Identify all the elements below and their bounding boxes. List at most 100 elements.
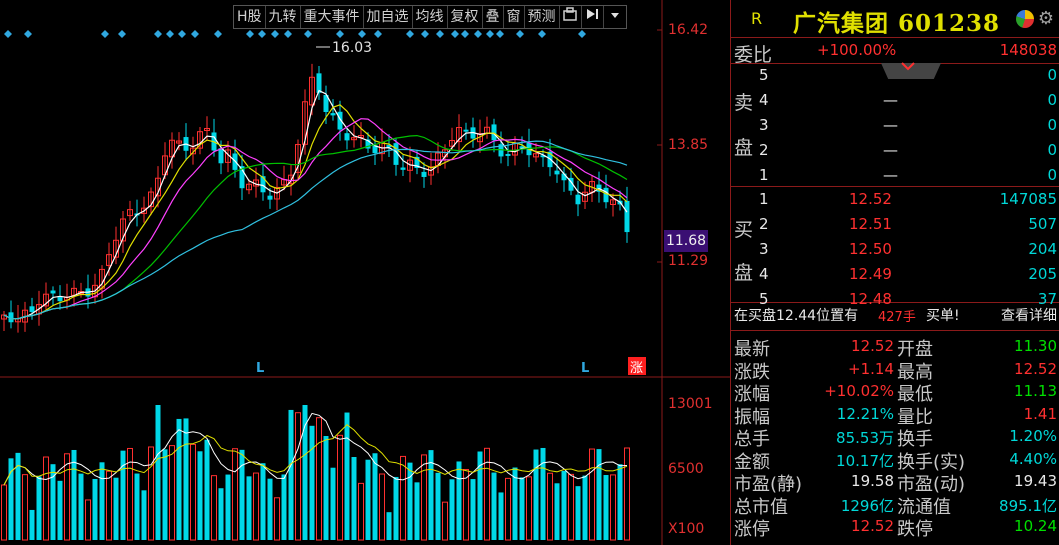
volume-bar	[603, 475, 609, 540]
candle-body	[330, 113, 336, 116]
candle-body	[554, 170, 560, 175]
candle-body	[575, 194, 581, 205]
chevron-down-icon[interactable]	[901, 60, 915, 76]
buy-volume: 205	[1028, 265, 1057, 283]
buy-level: 3	[759, 240, 769, 258]
volume-bar	[414, 482, 420, 540]
volume-axis-unit: X100	[668, 521, 705, 537]
sell-level: 1	[759, 166, 769, 184]
event-diamond-icon	[486, 30, 494, 38]
event-diamond-icon	[166, 30, 174, 38]
volume-axis-tick: 6500	[668, 461, 704, 477]
high-annotation-label: 16.03	[332, 40, 372, 56]
kline-chart-panel[interactable]: 16.03 L L 涨 H股 九转 重大事件 加自选 均线 复权 叠 窗 预测 16.…	[0, 0, 730, 545]
volume-bar	[358, 482, 364, 541]
pie-chart-icon[interactable]	[1015, 10, 1034, 28]
kline-chart[interactable]: 16.03 L L 涨	[0, 0, 730, 545]
volume-bar	[232, 448, 238, 541]
toolbar-overlay-button[interactable]: 叠	[483, 6, 504, 28]
volume-bar	[316, 417, 322, 541]
price-axis-tick: 11.29	[668, 253, 709, 269]
toolbar-nine-turn-button[interactable]: 九转	[266, 6, 301, 28]
big-order-notice: 在买盘12.44位置有	[734, 308, 859, 324]
stat-value: 1.20%	[1009, 427, 1057, 445]
volume-bar	[288, 409, 294, 540]
volume-bar	[85, 499, 91, 541]
sell-volume: 0	[1047, 166, 1057, 184]
volume-bar	[400, 455, 406, 541]
volume-bar	[218, 488, 224, 540]
volume-bar	[190, 443, 196, 541]
volume-bar	[295, 412, 301, 541]
event-diamond-icon	[421, 30, 429, 38]
toolbar-adjust-button[interactable]: 复权	[448, 6, 483, 28]
volume-bar	[239, 449, 245, 540]
volume-bar	[106, 470, 112, 541]
gear-icon[interactable]: ⚙	[1038, 10, 1054, 28]
volume-bar	[323, 436, 329, 540]
event-diamond-icon	[178, 30, 186, 38]
next-arrow-icon[interactable]	[582, 6, 604, 28]
sell-volume: 0	[1047, 91, 1057, 109]
big-order-action: 买单!	[926, 308, 960, 324]
volume-bar	[134, 473, 140, 540]
event-diamond-icon	[154, 30, 162, 38]
volume-bar	[330, 467, 336, 540]
limit-up-text: 涨	[630, 361, 643, 376]
current-price-marker: 11.68	[664, 230, 708, 252]
toolbar-window-button[interactable]: 窗	[504, 6, 525, 28]
sell-level: 4	[759, 91, 769, 109]
volume-bar	[267, 478, 273, 540]
volume-bar	[589, 448, 595, 541]
toolbar-forecast-button[interactable]: 预测	[525, 6, 560, 28]
event-diamond-icon	[24, 30, 32, 38]
event-diamond-icon	[358, 30, 366, 38]
candle-body	[421, 171, 427, 177]
stat-value: 85.53万	[836, 429, 894, 447]
buy-volume: 37	[1037, 290, 1057, 308]
toolbar-h-share-button[interactable]: H股	[234, 6, 266, 28]
stat-value: 19.43	[1014, 472, 1057, 490]
volume-bar	[92, 478, 98, 540]
volume-bar	[78, 473, 84, 540]
volume-bar	[393, 476, 399, 540]
volume-bar	[99, 462, 105, 540]
toolbar-major-events-button[interactable]: 重大事件	[301, 6, 364, 28]
event-diamond-icon	[191, 30, 199, 38]
toolbar-moving-average-button[interactable]: 均线	[413, 6, 448, 28]
volume-bar	[162, 449, 168, 540]
volume-bar	[274, 497, 280, 541]
stat-value: 10.17亿	[836, 451, 894, 470]
volume-bar	[120, 450, 126, 540]
big-order-hands: 427手	[878, 310, 916, 325]
dropdown-arrow-icon[interactable]	[604, 6, 626, 28]
candle-body	[463, 129, 469, 132]
volume-bar	[253, 472, 259, 541]
volume-bar	[309, 425, 315, 540]
volume-bar	[449, 479, 455, 540]
buy-volume: 147085	[999, 190, 1057, 208]
volume-bar	[22, 474, 28, 541]
buy-side-label: 盘	[734, 262, 754, 284]
sell-price: —	[883, 166, 898, 184]
toolbar-add-watchlist-button[interactable]: 加自选	[364, 6, 413, 28]
event-diamond-icon	[118, 30, 126, 38]
volume-bar	[386, 512, 392, 540]
candle-body	[267, 195, 273, 200]
volume-bar	[442, 501, 448, 541]
buy-level: 4	[759, 265, 769, 283]
low-marker: L	[581, 361, 589, 376]
stat-value: 1.41	[1023, 404, 1057, 423]
layout-icon[interactable]	[560, 6, 582, 28]
event-diamond-icon	[374, 30, 382, 38]
candle-body	[344, 133, 350, 141]
event-diamond-icon	[496, 30, 504, 38]
volume-bar	[71, 449, 77, 540]
volume-bar	[407, 462, 413, 540]
event-diamond-icon	[284, 30, 292, 38]
volume-bar	[141, 490, 147, 540]
volume-bar	[456, 461, 462, 540]
volume-bar	[519, 477, 525, 540]
view-details-link[interactable]: 查看详细	[1001, 305, 1057, 325]
sell-volume: 0	[1047, 141, 1057, 159]
